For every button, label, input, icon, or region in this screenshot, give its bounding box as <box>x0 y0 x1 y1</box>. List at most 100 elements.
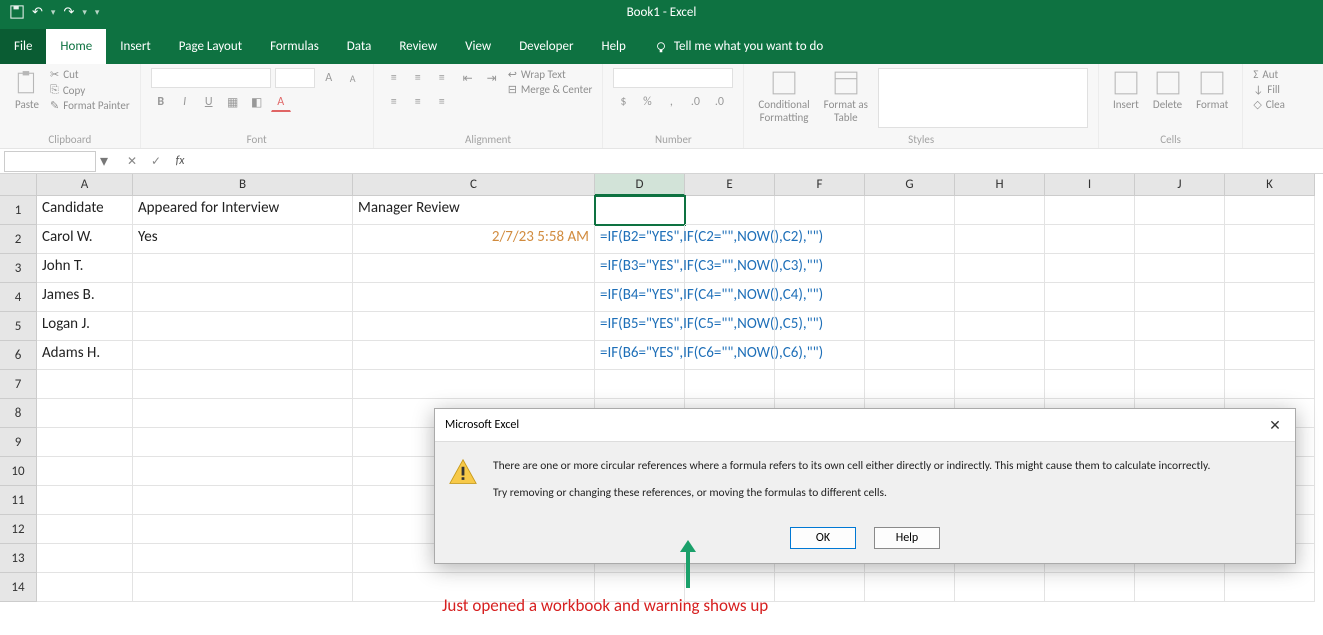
cancel-formula-icon[interactable]: ✕ <box>122 154 142 169</box>
cell[interactable] <box>133 573 353 602</box>
cell[interactable] <box>37 544 133 573</box>
cell[interactable] <box>133 399 353 428</box>
decrease-indent-icon[interactable]: ⇤ <box>458 68 478 88</box>
cell[interactable]: Adams H. <box>37 341 133 370</box>
row-header-5[interactable]: 5 <box>0 312 37 341</box>
format-cells-button[interactable]: Format <box>1192 68 1232 131</box>
col-header-A[interactable]: A <box>37 174 133 196</box>
cell[interactable] <box>865 225 955 254</box>
select-all-corner[interactable] <box>0 174 37 196</box>
align-right-icon[interactable]: ≡ <box>432 92 452 112</box>
cell[interactable] <box>775 196 865 225</box>
cell[interactable] <box>685 370 775 399</box>
redo-dropdown-icon[interactable]: ▾ <box>82 7 87 18</box>
cell[interactable] <box>1045 283 1135 312</box>
row-header-4[interactable]: 4 <box>0 283 37 312</box>
help-button[interactable]: Help <box>874 527 940 549</box>
col-header-K[interactable]: K <box>1225 174 1315 196</box>
cell[interactable] <box>865 283 955 312</box>
cell[interactable] <box>133 486 353 515</box>
align-left-icon[interactable]: ≡ <box>384 92 404 112</box>
increase-indent-icon[interactable]: ⇥ <box>482 68 502 88</box>
increase-font-icon[interactable]: A <box>319 68 339 88</box>
cell[interactable] <box>865 341 955 370</box>
cell[interactable]: =IF(B4="YES",IF(C4="",NOW(),C4),"") <box>595 283 685 312</box>
col-header-G[interactable]: G <box>865 174 955 196</box>
cell[interactable] <box>37 370 133 399</box>
cell[interactable] <box>955 341 1045 370</box>
row-header-9[interactable]: 9 <box>0 428 37 457</box>
decrease-font-icon[interactable]: A <box>343 68 363 88</box>
cell[interactable] <box>133 283 353 312</box>
cell[interactable] <box>37 486 133 515</box>
wrap-text-button[interactable]: ↩Wrap Text <box>508 68 593 81</box>
delete-cells-button[interactable]: Delete <box>1149 68 1186 131</box>
qat-customize-icon[interactable]: ▾ <box>95 7 100 18</box>
cell[interactable] <box>353 341 595 370</box>
cell[interactable]: Candidate <box>37 196 133 225</box>
col-header-B[interactable]: B <box>133 174 353 196</box>
cell[interactable] <box>775 283 865 312</box>
col-header-D[interactable]: D <box>595 174 685 196</box>
cell[interactable] <box>133 341 353 370</box>
insert-cells-button[interactable]: Insert <box>1109 68 1143 131</box>
align-middle-icon[interactable]: ≡ <box>408 68 428 88</box>
cell[interactable] <box>1135 254 1225 283</box>
cell[interactable] <box>865 370 955 399</box>
cell[interactable] <box>1045 254 1135 283</box>
cell[interactable] <box>133 515 353 544</box>
cell[interactable]: John T. <box>37 254 133 283</box>
row-header-10[interactable]: 10 <box>0 457 37 486</box>
cell[interactable] <box>955 196 1045 225</box>
cell[interactable] <box>353 283 595 312</box>
cut-button[interactable]: ✂Cut <box>50 68 130 81</box>
cell[interactable] <box>1135 370 1225 399</box>
cell[interactable] <box>1135 312 1225 341</box>
col-header-H[interactable]: H <box>955 174 1045 196</box>
cell[interactable]: Carol W. <box>37 225 133 254</box>
cell[interactable]: 2/7/23 5:58 AM <box>353 225 595 254</box>
cell[interactable] <box>865 254 955 283</box>
row-header-13[interactable]: 13 <box>0 544 37 573</box>
col-header-C[interactable]: C <box>353 174 595 196</box>
cell[interactable] <box>1225 254 1315 283</box>
cell[interactable] <box>353 370 595 399</box>
row-header-14[interactable]: 14 <box>0 573 37 602</box>
redo-icon[interactable]: ↷ <box>63 5 74 20</box>
cell[interactable] <box>1135 341 1225 370</box>
format-as-table-button[interactable]: Format as Table <box>820 68 872 131</box>
row-header-8[interactable]: 8 <box>0 399 37 428</box>
cell[interactable] <box>955 225 1045 254</box>
ok-button[interactable]: OK <box>790 527 856 549</box>
name-box[interactable] <box>4 151 96 172</box>
cell[interactable]: =IF(B6="YES",IF(C6="",NOW(),C6),"") <box>595 341 685 370</box>
cell[interactable] <box>1225 225 1315 254</box>
italic-button[interactable]: I <box>175 92 195 112</box>
cell[interactable] <box>1135 283 1225 312</box>
cell[interactable] <box>775 254 865 283</box>
dialog-close-button[interactable]: ✕ <box>1265 415 1285 435</box>
tab-insert[interactable]: Insert <box>106 29 165 64</box>
cell[interactable]: =IF(B3="YES",IF(C3="",NOW(),C3),"") <box>595 254 685 283</box>
cell[interactable] <box>595 370 685 399</box>
clear-button[interactable]: ◇Clea <box>1253 98 1285 111</box>
fill-button[interactable]: ↓Fill <box>1253 83 1285 96</box>
name-box-dropdown-icon[interactable]: ▾ <box>96 151 112 171</box>
cell[interactable] <box>775 312 865 341</box>
tell-me-search[interactable]: Tell me what you want to do <box>640 39 837 64</box>
cell-selected[interactable] <box>595 196 685 225</box>
tab-data[interactable]: Data <box>333 29 386 64</box>
cell[interactable] <box>955 283 1045 312</box>
formula-input[interactable] <box>200 151 1323 172</box>
cell[interactable] <box>955 370 1045 399</box>
cell[interactable] <box>353 312 595 341</box>
row-header-7[interactable]: 7 <box>0 370 37 399</box>
tab-page-layout[interactable]: Page Layout <box>165 29 256 64</box>
cell[interactable] <box>1135 225 1225 254</box>
cell[interactable] <box>1225 196 1315 225</box>
cell[interactable] <box>133 370 353 399</box>
cell[interactable] <box>1045 312 1135 341</box>
undo-dropdown-icon[interactable]: ▾ <box>51 7 56 18</box>
row-header-11[interactable]: 11 <box>0 486 37 515</box>
cell[interactable] <box>955 573 1045 602</box>
